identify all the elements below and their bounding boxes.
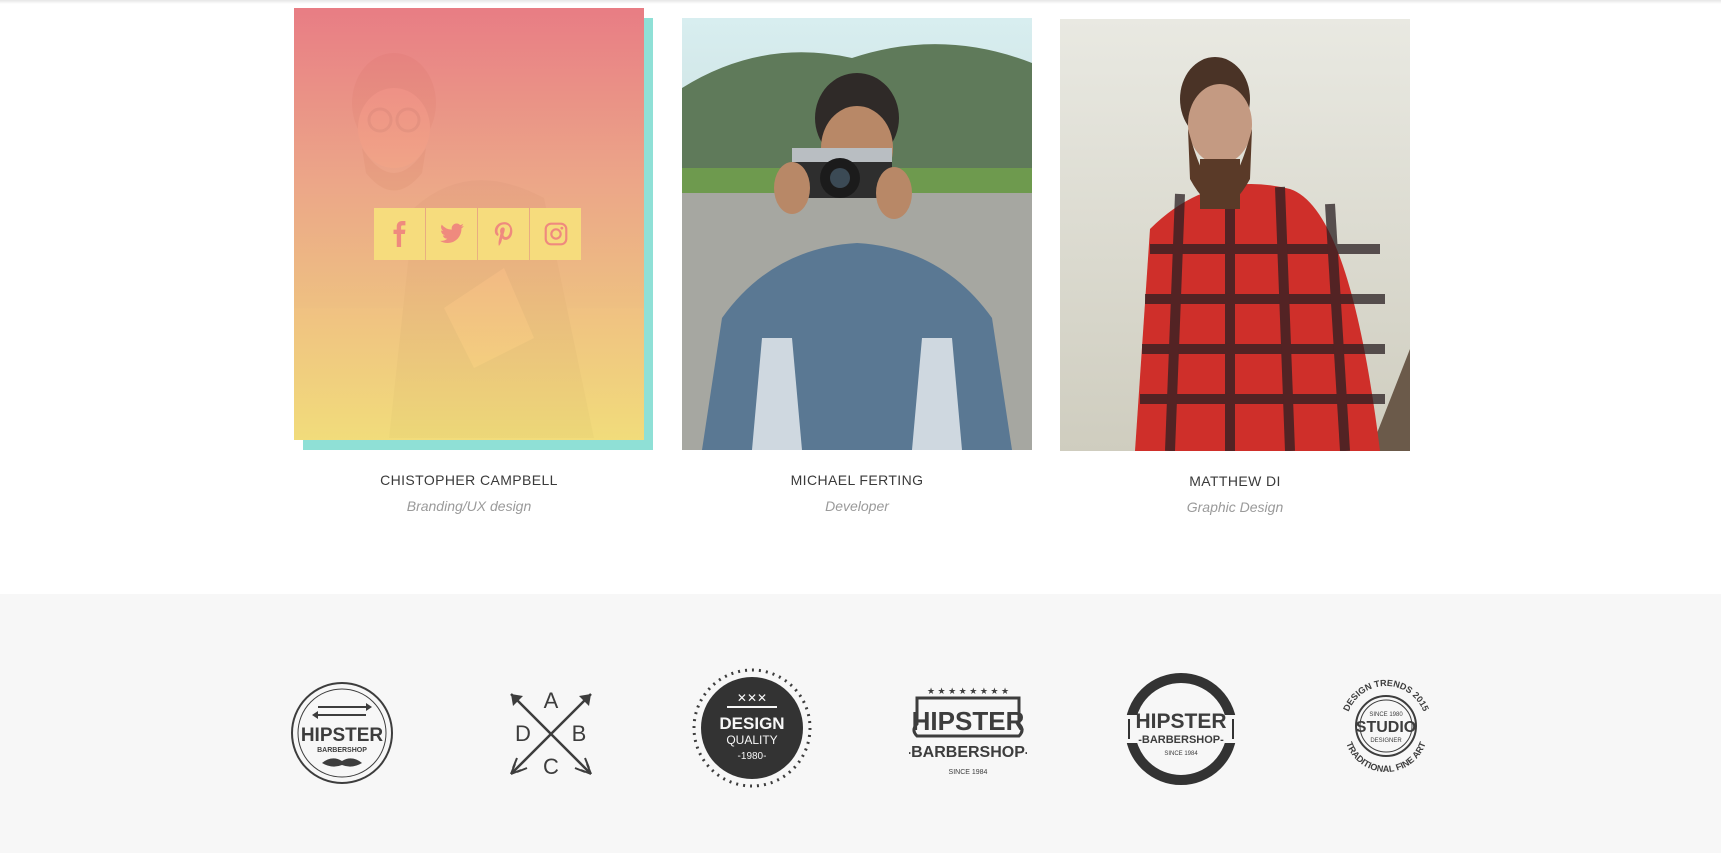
logo-letter-a: A [544, 688, 559, 713]
logo-year: SINCE 1984 [949, 769, 988, 776]
logo-text: HIPSTER [301, 725, 384, 746]
instagram-icon [544, 222, 567, 246]
client-logo[interactable]: HIPSTER BARBERSHOP [290, 681, 394, 785]
pinterest-icon [494, 222, 512, 246]
logo-subtext: -BARBERSHOP- [1138, 734, 1224, 746]
client-logo[interactable]: HIPSTER -BARBERSHOP- SINCE 1984 [1125, 673, 1237, 785]
hover-gradient-overlay [294, 8, 644, 440]
client-logo[interactable]: DESIGN TRENDS 2015 TRADITIONAL FINE ART … [1332, 672, 1440, 780]
logo-year: SINCE 1980 [1369, 712, 1403, 718]
logo-year: SINCE 1984 [1164, 751, 1198, 757]
logo-text: HIPSTER [912, 706, 1025, 736]
member-role: Developer [825, 498, 889, 514]
member-name: MICHAEL FERTING [790, 472, 924, 488]
facebook-icon [393, 221, 405, 247]
team-section: CHISTOPHER CAMPBELL Branding/UX design M… [0, 0, 1721, 594]
member-role: Branding/UX design [406, 498, 532, 514]
member-name: CHISTOPHER CAMPBELL [380, 472, 558, 488]
logo-subtext: BARBERSHOP [317, 747, 367, 754]
facebook-link[interactable] [374, 208, 425, 260]
member-role: Graphic Design [1186, 499, 1284, 515]
star-row-icon: ★ ★ ★ ★ ★ ★ ★ ★ [927, 686, 1009, 696]
logo-text: DESIGN [719, 714, 784, 733]
logo-letter-c: C [543, 754, 559, 779]
member-photo [1060, 19, 1410, 451]
logo-text: STUDIO [1356, 719, 1416, 736]
logo-letter-b: B [572, 721, 587, 746]
logo-letter-d: D [515, 721, 531, 746]
member-photo [682, 18, 1032, 450]
social-links [374, 208, 582, 260]
mustache-icon [322, 758, 362, 767]
logo-subtext: -BARBERSHOP- [909, 744, 1027, 761]
logo-year: -1980- [738, 751, 767, 762]
client-logo[interactable]: ★ ★ ★ ★ ★ ★ ★ ★ HIPSTER -BARBERSHOP- SIN… [909, 682, 1027, 782]
pinterest-link[interactable] [478, 208, 529, 260]
logo-text: HIPSTER [1135, 710, 1226, 733]
instagram-link[interactable] [530, 208, 581, 260]
clients-logo-band: HIPSTER BARBERSHOP A B C D ✕✕✕ DESIGN QU… [0, 594, 1721, 853]
twitter-link[interactable] [426, 208, 477, 260]
client-logo[interactable]: A B C D [503, 684, 599, 780]
twitter-icon [439, 223, 464, 243]
member-name: MATTHEW DI [1189, 473, 1281, 489]
crown-icon: ✕✕✕ [737, 691, 767, 705]
logo-subtext: QUALITY [726, 733, 777, 747]
client-logo[interactable]: ✕✕✕ DESIGN QUALITY -1980- [691, 667, 813, 789]
logo-subtext: DESIGNER [1370, 738, 1402, 744]
